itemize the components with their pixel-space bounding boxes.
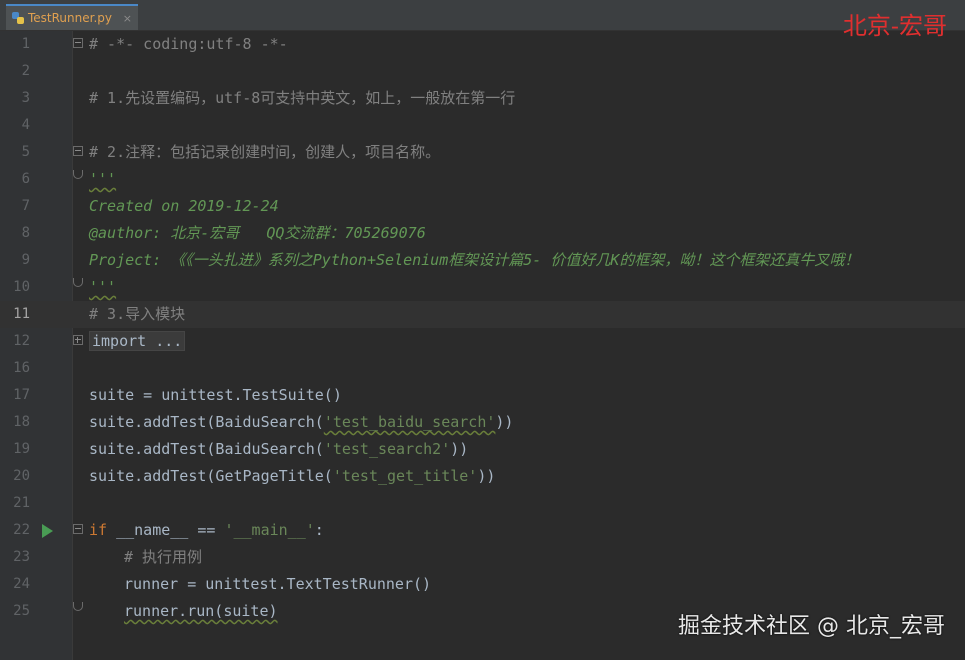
line-number: 10 xyxy=(13,279,30,295)
code-text: suite.addTest(GetPageTitle('test_get_tit… xyxy=(89,463,495,490)
code-line: 3 # 1.先设置编码，utf-8可支持中英文，如上，一般放在第一行 xyxy=(0,85,965,112)
line-number: 9 xyxy=(21,252,30,268)
fold-end-marker-icon[interactable] xyxy=(73,170,83,179)
tab-filename: TestRunner.py xyxy=(28,11,112,25)
docstring-text: ''' xyxy=(89,278,117,296)
line-number: 4 xyxy=(21,117,30,133)
line-number: 1 xyxy=(21,36,30,52)
code-line: 4 xyxy=(0,112,965,139)
string-literal: 'test_get_title' xyxy=(332,467,478,485)
code-token: : xyxy=(314,521,324,539)
fold-end-marker-icon[interactable] xyxy=(73,602,83,611)
code-line: 12 import ... xyxy=(0,328,965,355)
python-file-icon xyxy=(12,12,24,24)
keyword-token: if xyxy=(89,521,108,539)
line-number: 25 xyxy=(13,603,30,619)
line-number: 11 xyxy=(13,306,30,322)
line-number: 19 xyxy=(13,441,30,457)
code-line: 7 Created on 2019-12-24 xyxy=(0,193,965,220)
code-text: runner.run(suite) xyxy=(124,602,278,620)
code-text: # -*- coding:utf-8 -*- xyxy=(89,35,288,53)
line-number: 21 xyxy=(13,495,30,511)
code-text: suite.addTest(BaiduSearch('test_baidu_se… xyxy=(89,409,513,436)
code-token: suite.addTest(BaiduSearch( xyxy=(89,413,324,431)
code-text: # 2.注释：包括记录创建时间，创建人，项目名称。 xyxy=(89,143,441,161)
close-tab-icon[interactable]: × xyxy=(123,12,132,25)
fold-marker-icon[interactable] xyxy=(73,146,83,156)
docstring-text: Created on 2019-12-24 xyxy=(89,197,279,215)
docstring-text: Project: 《《一头扎进》系列之Python+Selenium框架设计篇5… xyxy=(89,251,860,269)
editor-tab-bar: TestRunner.py × xyxy=(0,0,965,31)
code-line: 10 ''' xyxy=(0,274,965,301)
line-number: 5 xyxy=(21,144,30,160)
string-literal: 'test_baidu_search' xyxy=(323,413,496,431)
code-text: if __name__ == '__main__': xyxy=(89,517,324,544)
line-number: 6 xyxy=(21,171,30,187)
code-line: 22 if __name__ == '__main__': xyxy=(0,517,965,544)
run-gutter-icon[interactable] xyxy=(42,524,53,538)
string-literal: '__main__' xyxy=(224,521,315,539)
code-token: suite.addTest(BaiduSearch( xyxy=(89,440,324,458)
caret-line: 11 # 3.导入模块 xyxy=(0,301,965,328)
code-editor[interactable]: 1 # -*- coding:utf-8 -*- 2 3 # 1.先设置编码，u… xyxy=(0,31,965,660)
watermark-bottom: 掘金技术社区 @ 北京_宏哥 xyxy=(678,614,945,639)
file-tab-testrunner[interactable]: TestRunner.py × xyxy=(6,4,138,30)
line-number: 24 xyxy=(13,576,30,592)
code-line: 6 ''' xyxy=(0,166,965,193)
fold-expand-icon[interactable] xyxy=(73,335,83,345)
code-line: 9 Project: 《《一头扎进》系列之Python+Selenium框架设计… xyxy=(0,247,965,274)
code-line: 2 xyxy=(0,58,965,85)
line-number: 8 xyxy=(21,225,30,241)
code-token: __name__ == xyxy=(107,521,225,539)
line-number: 20 xyxy=(13,468,30,484)
code-line: 1 # -*- coding:utf-8 -*- xyxy=(0,31,965,58)
line-number: 18 xyxy=(13,414,30,430)
docstring-text: ''' xyxy=(89,170,117,188)
docstring-text: @author: 北京-宏哥 QQ交流群：705269076 xyxy=(89,224,426,242)
line-number: 12 xyxy=(13,333,30,349)
code-line: 23 # 执行用例 xyxy=(0,544,965,571)
line-number: 22 xyxy=(13,522,30,538)
code-token: suite.addTest(GetPageTitle( xyxy=(89,467,333,485)
code-token: )) xyxy=(495,413,514,431)
folded-imports[interactable]: import ... xyxy=(89,331,186,351)
line-number: 7 xyxy=(21,198,30,214)
code-line: 19 suite.addTest(BaiduSearch('test_searc… xyxy=(0,436,965,463)
fold-end-marker-icon[interactable] xyxy=(73,278,83,287)
code-text: runner = unittest.TextTestRunner() xyxy=(124,575,432,593)
code-text: # 1.先设置编码，utf-8可支持中英文，如上，一般放在第一行 xyxy=(89,89,516,107)
line-number: 16 xyxy=(13,360,30,376)
code-text: suite = unittest.TestSuite() xyxy=(89,386,342,404)
fold-marker-icon[interactable] xyxy=(73,38,83,48)
code-line: 18 suite.addTest(BaiduSearch('test_baidu… xyxy=(0,409,965,436)
code-token: )) xyxy=(450,440,469,458)
code-text: # 执行用例 xyxy=(124,548,203,566)
fold-marker-icon[interactable] xyxy=(73,524,83,534)
code-token: )) xyxy=(477,467,496,485)
line-number: 17 xyxy=(13,387,30,403)
string-literal: 'test_search2' xyxy=(323,440,451,458)
code-line: 21 xyxy=(0,490,965,517)
code-line: 20 suite.addTest(GetPageTitle('test_get_… xyxy=(0,463,965,490)
code-text: suite.addTest(BaiduSearch('test_search2'… xyxy=(89,436,468,463)
line-number: 3 xyxy=(21,90,30,106)
code-line: 24 runner = unittest.TextTestRunner() xyxy=(0,571,965,598)
line-number: 23 xyxy=(13,549,30,565)
code-line: 8 @author: 北京-宏哥 QQ交流群：705269076 xyxy=(0,220,965,247)
line-number: 2 xyxy=(21,63,30,79)
code-line: 5 # 2.注释：包括记录创建时间，创建人，项目名称。 xyxy=(0,139,965,166)
code-text: # 3.导入模块 xyxy=(89,305,186,323)
code-line: 16 xyxy=(0,355,965,382)
code-line: 17 suite = unittest.TestSuite() xyxy=(0,382,965,409)
